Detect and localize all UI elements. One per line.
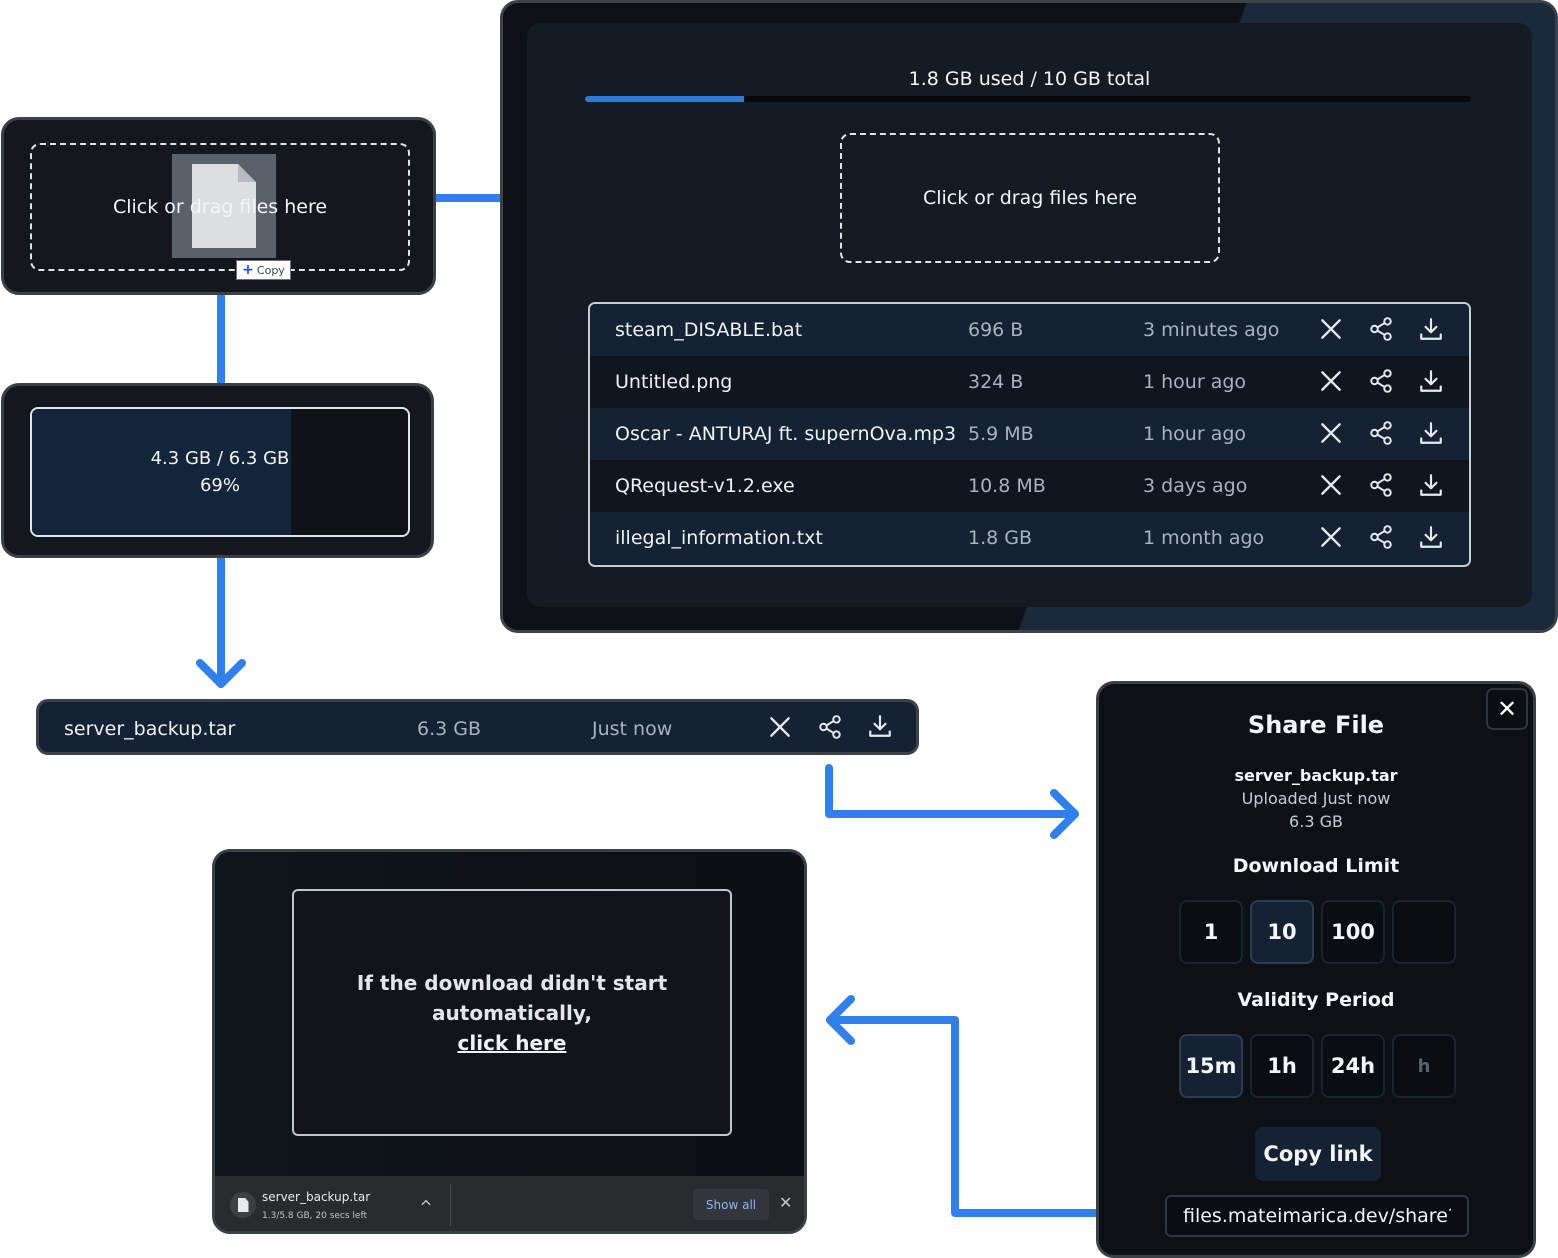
- download-limit-option[interactable]: 1: [1179, 900, 1243, 964]
- share-uploaded: Uploaded Just now: [1241, 789, 1391, 808]
- download-icon[interactable]: [867, 713, 893, 739]
- download-message: If the download didn't start automatical…: [292, 889, 732, 1136]
- delete-icon[interactable]: [1318, 316, 1344, 342]
- file-date: 1 hour ago: [1143, 423, 1247, 445]
- copy-link-button[interactable]: Copy link: [1255, 1127, 1381, 1181]
- file-name: illegal_information.txt: [615, 527, 823, 549]
- file-name: Oscar - ANTURAJ ft. supernOva.mp3: [615, 423, 957, 445]
- share-link-field[interactable]: [1165, 1195, 1469, 1237]
- copy-badge: + Copy: [236, 260, 291, 280]
- file-row[interactable]: steam_DISABLE.bat 696 B 3 minutes ago: [590, 304, 1469, 356]
- file-size: 696 B: [968, 319, 1024, 341]
- upload-progress-text: 4.3 GB / 6.3 GB: [150, 448, 290, 469]
- download-limit-heading: Download Limit: [1232, 855, 1400, 877]
- upload-progress: 4.3 GB / 6.3 GB 69%: [30, 407, 410, 537]
- storage-bar: [585, 96, 1471, 102]
- download-limit-option[interactable]: 100: [1321, 900, 1385, 964]
- drag-drop-panel: Click or drag files here + Copy: [1, 117, 436, 295]
- download-message-line2: automatically,: [432, 1000, 592, 1025]
- file-date: 1 hour ago: [1143, 371, 1247, 393]
- share-file-modal: ✕ Share File server_backup.tar Uploaded …: [1096, 681, 1536, 1258]
- download-limit-option[interactable]: 10: [1250, 900, 1314, 964]
- file-name: server_backup.tar: [64, 718, 236, 740]
- share-icon[interactable]: [817, 714, 843, 740]
- uploaded-file-row[interactable]: server_backup.tar 6.3 GB Just now: [36, 699, 919, 755]
- file-manager-card: 1.8 GB used / 10 GB total Click or drag …: [527, 23, 1532, 607]
- file-manager-window: 1.8 GB used / 10 GB total Click or drag …: [500, 0, 1558, 633]
- file-row[interactable]: Untitled.png 324 B 1 hour ago: [590, 356, 1469, 408]
- file-name: Untitled.png: [615, 371, 733, 393]
- file-size: 1.8 GB: [968, 527, 1033, 549]
- show-all-button[interactable]: Show all: [693, 1189, 769, 1220]
- file-date: Just now: [592, 718, 673, 740]
- download-icon[interactable]: [1418, 316, 1444, 342]
- file-size: 10.8 MB: [968, 475, 1046, 497]
- plus-icon: +: [242, 262, 254, 278]
- delete-icon[interactable]: [1318, 524, 1344, 550]
- delete-icon[interactable]: [1318, 472, 1344, 498]
- browser-download-bar: server_backup.tar 1.3/5.8 GB, 20 secs le…: [215, 1176, 804, 1231]
- share-icon[interactable]: [1368, 368, 1394, 394]
- delete-icon[interactable]: [1318, 368, 1344, 394]
- download-icon[interactable]: [1418, 472, 1444, 498]
- download-message-line1: If the download didn't start: [356, 970, 668, 995]
- validity-option[interactable]: h: [1392, 1034, 1456, 1098]
- close-icon[interactable]: ✕: [779, 1193, 792, 1212]
- delete-icon[interactable]: [1318, 420, 1344, 446]
- file-name: steam_DISABLE.bat: [615, 319, 803, 341]
- file-row[interactable]: QRequest-v1.2.exe 10.8 MB 3 days ago: [590, 460, 1469, 512]
- file-row[interactable]: Oscar - ANTURAJ ft. supernOva.mp3 5.9 MB 1…: [590, 408, 1469, 460]
- copy-badge-label: Copy: [256, 263, 285, 277]
- upload-progress-panel: 4.3 GB / 6.3 GB 69%: [1, 383, 434, 558]
- upload-progress-percent: 69%: [199, 475, 240, 496]
- validity-option[interactable]: 24h: [1321, 1034, 1385, 1098]
- dropzone[interactable]: Click or drag files here: [840, 133, 1220, 263]
- file-date: 3 days ago: [1143, 475, 1248, 497]
- share-size: 6.3 GB: [1289, 812, 1343, 831]
- file-date: 1 month ago: [1143, 527, 1265, 549]
- chevron-up-icon[interactable]: [417, 1194, 435, 1212]
- file-size: 5.9 MB: [968, 423, 1034, 445]
- delete-icon[interactable]: [767, 714, 793, 740]
- share-file-name: server_backup.tar: [1234, 766, 1398, 785]
- storage-bar-fill: [585, 96, 745, 102]
- share-icon[interactable]: [1368, 316, 1394, 342]
- download-file-name[interactable]: server_backup.tar: [262, 1190, 370, 1204]
- validity-option[interactable]: 1h: [1250, 1034, 1314, 1098]
- file-date: 3 minutes ago: [1143, 319, 1280, 341]
- storage-label: 1.8 GB used / 10 GB total: [908, 68, 1151, 90]
- download-icon[interactable]: [1418, 420, 1444, 446]
- file-size: 324 B: [968, 371, 1024, 393]
- download-progress-text: 1.3/5.8 GB, 20 secs left: [262, 1211, 368, 1221]
- share-icon[interactable]: [1368, 524, 1394, 550]
- download-icon[interactable]: [1418, 368, 1444, 394]
- file-row[interactable]: illegal_information.txt 1.8 GB 1 month ago: [590, 512, 1469, 564]
- drag-file-ghost: [172, 154, 276, 258]
- validity-heading: Validity Period: [1237, 989, 1395, 1011]
- file-name: QRequest-v1.2.exe: [615, 475, 795, 497]
- file-list: steam_DISABLE.bat 696 B 3 minutes ago Untit…: [588, 302, 1471, 567]
- share-icon[interactable]: [1368, 472, 1394, 498]
- click-here-link[interactable]: click here: [458, 1028, 567, 1058]
- modal-title: Share File: [1247, 711, 1385, 739]
- file-icon: [230, 1192, 256, 1218]
- download-icon[interactable]: [1418, 524, 1444, 550]
- validity-option[interactable]: 15m: [1179, 1034, 1243, 1098]
- download-page-window: If the download didn't start automatical…: [212, 849, 807, 1234]
- share-icon[interactable]: [1368, 420, 1394, 446]
- file-size: 6.3 GB: [417, 718, 482, 740]
- download-limit-option[interactable]: [1392, 900, 1456, 964]
